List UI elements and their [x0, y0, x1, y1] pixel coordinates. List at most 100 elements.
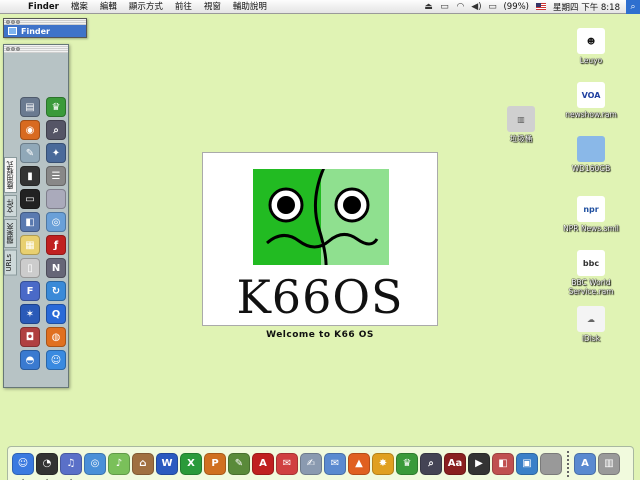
menu-help[interactable]: 輔助說明: [227, 0, 273, 14]
activity-monitor-icon[interactable]: ▮: [20, 166, 40, 186]
bbc-icon: bbc: [577, 250, 605, 276]
launcher-drawer: 應用程式 文件 檔案夾 URLs ▤ ♛ ◉ ⌕ ✎ ✦ ▮ ☰ ▭ ◧ ◎ ▦ ƒ ▯ N F ↻ ✶ Q ◘ ◍ ◓ ☺: [3, 44, 69, 388]
minimize-button[interactable]: [11, 47, 15, 51]
menu-bar: Finder 檔案 編輯 顯示方式 前往 視窗 輔助說明 ⏏ ▭ ◠ ◀) ▭ …: [0, 0, 640, 14]
menu-extras: ⏏ ▭ ◠ ◀) ▭ (99%) 星期四 下午 8:18 ⌕: [420, 0, 640, 14]
globe-icon[interactable]: ◓: [20, 350, 40, 370]
directory-icon[interactable]: ✦: [46, 143, 66, 163]
ichat-icon[interactable]: ☰: [46, 166, 66, 186]
finder-icon: [8, 27, 17, 35]
preview-icon[interactable]: ⌕: [420, 452, 442, 475]
acrobat-icon[interactable]: A: [252, 452, 274, 475]
notes-icon[interactable]: ▦: [20, 235, 40, 255]
tab-folders[interactable]: 檔案夾: [4, 219, 17, 248]
finder-row[interactable]: Finder: [4, 25, 86, 37]
menu-go[interactable]: 前往: [169, 0, 198, 14]
text-icon[interactable]: ✍: [300, 452, 322, 475]
npr-icon: npr: [577, 196, 605, 222]
apple-system-icon[interactable]: [46, 189, 66, 209]
menu-edit[interactable]: 編輯: [94, 0, 123, 14]
menu-window[interactable]: 視窗: [198, 0, 227, 14]
zoom-button[interactable]: [16, 20, 20, 24]
finder-window[interactable]: Finder: [3, 18, 87, 38]
finder-window-title: Finder: [21, 26, 50, 36]
chess-icon[interactable]: ♛: [46, 97, 66, 117]
welcome-card: K66OS: [202, 152, 438, 326]
airport-icon[interactable]: ◠: [452, 2, 468, 12]
dashboard-icon[interactable]: ◔: [36, 452, 58, 475]
desktop-icon-idisk[interactable]: ☁ iDisk: [556, 306, 626, 343]
trash-icon[interactable]: ▥: [598, 452, 620, 475]
dictionary-icon[interactable]: Aa: [444, 452, 466, 475]
drawer-tabs: 應用程式 文件 檔案夾 URLs: [4, 53, 17, 387]
network-icon[interactable]: ◧: [20, 212, 40, 232]
powerpoint-icon[interactable]: P: [204, 452, 226, 475]
k66-logo: [253, 169, 389, 265]
dvd-player-icon[interactable]: ▶: [468, 452, 490, 475]
desktop-icon-bbc[interactable]: bbc BBC World Service.ram: [556, 250, 626, 296]
mail-icon[interactable]: ✉: [324, 452, 346, 475]
input-menu-flag-icon[interactable]: [536, 3, 546, 10]
spotlight-icon[interactable]: ⌕: [626, 0, 640, 14]
itunes-icon[interactable]: ♫: [60, 452, 82, 475]
font-book-icon[interactable]: F: [20, 281, 40, 301]
finder-face-icon[interactable]: ☺: [46, 350, 66, 370]
word-icon[interactable]: W: [156, 452, 178, 475]
desktop-icon-npr[interactable]: npr NPR News.smil: [556, 196, 626, 233]
flash-icon[interactable]: ƒ: [46, 235, 66, 255]
finder-icon[interactable]: ☺: [12, 452, 34, 475]
quicktime-icon[interactable]: Q: [46, 304, 66, 324]
stickies-icon[interactable]: ✎: [20, 143, 40, 163]
applications-folder-icon[interactable]: A: [574, 452, 596, 475]
photo-booth-icon[interactable]: ◘: [20, 327, 40, 347]
apple-system-icon[interactable]: [540, 452, 562, 475]
minimize-button[interactable]: [11, 20, 15, 24]
zoom-button[interactable]: [16, 47, 20, 51]
battery-percentage[interactable]: (99%): [500, 2, 532, 12]
desktop-icon-wd160gb[interactable]: WD160GB: [556, 136, 626, 173]
home-icon[interactable]: ⌂: [132, 452, 154, 475]
nero-icon[interactable]: N: [46, 258, 66, 278]
preview-icon[interactable]: ⌕: [46, 120, 66, 140]
hard-drive-icon: [577, 136, 605, 162]
tab-urls[interactable]: URLs: [4, 250, 17, 276]
imovie-icon[interactable]: ✶: [20, 304, 40, 324]
drawer-titlebar[interactable]: [4, 45, 68, 53]
star-icon[interactable]: ✸: [372, 452, 394, 475]
ipod-icon[interactable]: ▯: [20, 258, 40, 278]
pdf-icon[interactable]: ✉: [276, 452, 298, 475]
image-capture-icon[interactable]: ▣: [516, 452, 538, 475]
matlab-icon[interactable]: ▲: [348, 452, 370, 475]
close-button[interactable]: [6, 20, 10, 24]
tab-documents[interactable]: 文件: [4, 195, 17, 217]
dock: ☺◔♫◎♪⌂WXP✎A✉✍✉▲✸♛⌕Aa▶◧▣A▥: [7, 446, 634, 480]
battery-icon[interactable]: ▭: [484, 2, 500, 12]
pencil-icon[interactable]: ✎: [228, 452, 250, 475]
close-button[interactable]: [6, 47, 10, 51]
desktop-icon-trash[interactable]: ▥ 垃圾桶: [486, 106, 556, 143]
dock-divider[interactable]: [567, 450, 569, 477]
sync-icon[interactable]: ↻: [46, 281, 66, 301]
safari-icon[interactable]: ◎: [46, 212, 66, 232]
menu-view[interactable]: 顯示方式: [123, 0, 169, 14]
terminal-icon[interactable]: ▭: [20, 189, 40, 209]
desktop-icon-newshow[interactable]: VOA newshow.ram: [556, 82, 626, 119]
eject-icon[interactable]: ⏏: [420, 2, 436, 12]
firefox-icon[interactable]: ◉: [20, 120, 40, 140]
welcome-caption: Welcome to K66 OS: [266, 330, 374, 340]
safari-icon[interactable]: ◎: [84, 452, 106, 475]
disk-utility-icon[interactable]: ▤: [20, 97, 40, 117]
menu-file[interactable]: 檔案: [65, 0, 94, 14]
tab-applications[interactable]: 應用程式: [4, 157, 17, 193]
menu-clock[interactable]: 星期四 下午 8:18: [550, 1, 623, 13]
menu-finder[interactable]: Finder: [22, 0, 65, 14]
desktop-icon-leuyo[interactable]: ☻ Leuyo: [556, 28, 626, 65]
photo-icon[interactable]: ◧: [492, 452, 514, 475]
chess-icon[interactable]: ♛: [396, 452, 418, 475]
volume-icon[interactable]: ◀): [468, 2, 484, 12]
excel-icon[interactable]: X: [180, 452, 202, 475]
itunes-music-icon[interactable]: ♪: [108, 452, 130, 475]
display-icon[interactable]: ▭: [436, 2, 452, 12]
ical-icon[interactable]: ◍: [46, 327, 66, 347]
drawer-app-grid: ▤ ♛ ◉ ⌕ ✎ ✦ ▮ ☰ ▭ ◧ ◎ ▦ ƒ ▯ N F ↻ ✶ Q ◘ ◍ ◓ ☺: [17, 53, 68, 387]
